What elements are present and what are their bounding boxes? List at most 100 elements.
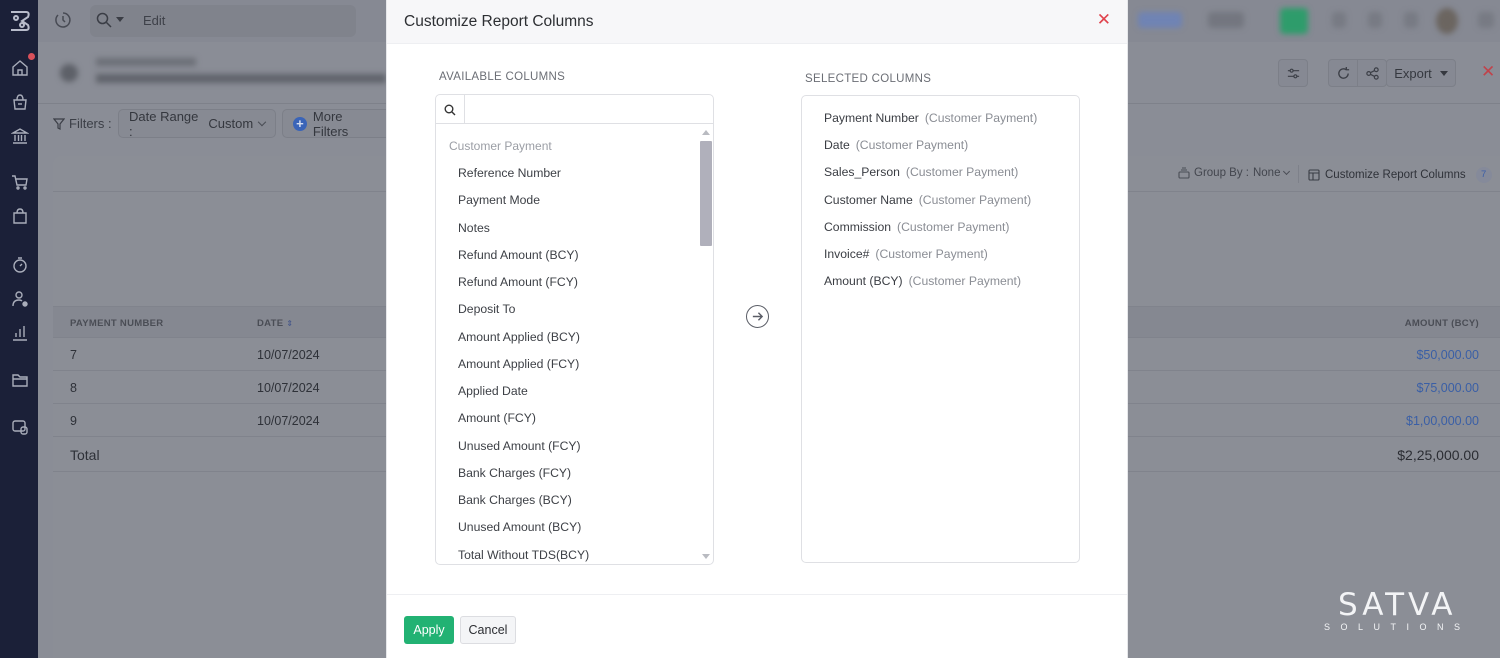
watermark-logo: SATVA SOLUTIONS xyxy=(1324,587,1471,633)
group-by-dropdown[interactable]: Group By : None xyxy=(1178,167,1291,179)
customize-columns-modal: Customize Report Columns ✕ AVAILABLE COL… xyxy=(386,0,1128,658)
share-icon xyxy=(1365,66,1379,80)
basket-icon[interactable] xyxy=(11,93,29,111)
available-columns-search xyxy=(436,95,713,124)
blurred-title xyxy=(96,58,196,66)
search-icon xyxy=(96,12,112,28)
column-count-badge: 7 xyxy=(1475,167,1492,183)
available-column-item[interactable]: Bank Charges (BCY) xyxy=(458,493,572,507)
blurred-icon xyxy=(1368,12,1382,28)
available-column-item[interactable]: Bank Charges (FCY) xyxy=(458,466,571,480)
available-column-item[interactable]: Reference Number xyxy=(458,166,561,180)
selected-column-item[interactable]: Sales_Person (Customer Payment) xyxy=(824,165,1018,179)
chevron-down-icon xyxy=(1283,167,1291,176)
modal-header: Customize Report Columns ✕ xyxy=(387,0,1127,44)
sort-icon: ⇕ xyxy=(286,319,294,328)
scroll-down-arrow-icon[interactable] xyxy=(702,554,710,559)
available-column-item[interactable]: Total Without TDS(BCY) xyxy=(458,548,589,562)
search-text: Edit xyxy=(143,13,166,28)
available-column-item[interactable]: Amount (FCY) xyxy=(458,411,536,425)
scrollbar-thumb[interactable] xyxy=(700,141,712,246)
more-filters-button[interactable]: + More Filters xyxy=(282,109,392,139)
selected-column-item[interactable]: Amount (BCY) (Customer Payment) xyxy=(824,274,1021,288)
selected-column-item[interactable]: Commission (Customer Payment) xyxy=(824,220,1009,234)
amount-link[interactable]: $1,00,000.00 xyxy=(1406,414,1479,428)
column-header-amount[interactable]: AMOUNT (BCY) xyxy=(1405,318,1479,329)
footer-divider xyxy=(387,594,1127,595)
scroll-up-arrow-icon[interactable] xyxy=(702,130,710,135)
app-logo-icon[interactable] xyxy=(8,8,32,34)
arrow-right-icon xyxy=(752,312,764,321)
share-button[interactable] xyxy=(1357,59,1387,87)
column-group-label: Customer Payment xyxy=(449,139,552,153)
selected-column-item[interactable]: Customer Name (Customer Payment) xyxy=(824,193,1031,207)
divider xyxy=(1298,165,1299,183)
selected-column-item[interactable]: Payment Number (Customer Payment) xyxy=(824,111,1037,125)
cart-icon[interactable] xyxy=(11,173,29,191)
chevron-down-icon xyxy=(257,117,267,127)
amount-link[interactable]: $75,000.00 xyxy=(1416,381,1479,395)
available-column-item[interactable]: Amount Applied (BCY) xyxy=(458,330,580,344)
sliders-icon xyxy=(1287,68,1299,78)
available-column-item[interactable]: Applied Date xyxy=(458,384,528,398)
refresh-button[interactable] xyxy=(1328,59,1358,87)
available-column-item[interactable]: Refund Amount (BCY) xyxy=(458,248,579,262)
filters-label-text: Filters : xyxy=(69,116,112,131)
apps-icon[interactable] xyxy=(11,418,29,436)
selected-column-source: (Customer Payment) xyxy=(855,138,969,153)
global-search[interactable]: Edit xyxy=(90,5,356,37)
selected-column-item[interactable]: Date (Customer Payment) xyxy=(824,138,968,152)
search-scope-caret-icon[interactable] xyxy=(116,17,124,22)
payment-number-cell: 8 xyxy=(70,381,77,395)
available-columns-scrollbar[interactable] xyxy=(698,125,713,564)
column-header-payment-number[interactable]: PAYMENT NUMBER xyxy=(70,318,163,329)
selected-column-name: Commission xyxy=(824,219,892,234)
selected-column-source: (Customer Payment) xyxy=(875,247,988,261)
blurred-label xyxy=(1208,12,1244,28)
bag-icon[interactable] xyxy=(11,207,29,225)
available-column-item[interactable]: Deposit To xyxy=(458,302,515,316)
available-column-item[interactable]: Amount Applied (FCY) xyxy=(458,357,579,371)
selected-column-name: Date xyxy=(824,138,850,153)
close-report-icon[interactable]: ✕ xyxy=(1481,63,1495,80)
user-gear-icon[interactable] xyxy=(11,290,29,308)
customize-report-columns-button[interactable]: Customize Report Columns 7 xyxy=(1308,167,1492,183)
date-range-filter[interactable]: Date Range : Custom xyxy=(118,109,276,139)
report-settings-button[interactable] xyxy=(1278,59,1308,87)
recent-history-icon[interactable] xyxy=(54,11,72,29)
available-column-item[interactable]: Unused Amount (FCY) xyxy=(458,439,581,453)
selected-column-source: (Customer Payment) xyxy=(897,219,1010,234)
blurred-icon xyxy=(1404,12,1418,28)
available-column-item[interactable]: Unused Amount (BCY) xyxy=(458,520,581,534)
payment-number-cell: 9 xyxy=(70,414,77,428)
available-column-item[interactable]: Refund Amount (FCY) xyxy=(458,275,578,289)
move-to-selected-button[interactable] xyxy=(746,305,769,328)
available-column-item[interactable]: Notes xyxy=(458,221,490,235)
blurred-action-button xyxy=(1280,8,1308,34)
selected-column-source: (Customer Payment) xyxy=(918,192,1032,207)
selected-column-name: Amount (BCY) xyxy=(824,274,903,289)
date-header-text: DATE xyxy=(257,318,284,329)
selected-column-item[interactable]: Invoice# (Customer Payment) xyxy=(824,247,988,261)
close-icon[interactable]: ✕ xyxy=(1097,11,1111,29)
folder-icon[interactable] xyxy=(11,371,29,389)
watermark-main: SATVA xyxy=(1338,587,1457,623)
selected-column-source: (Customer Payment) xyxy=(905,165,1019,180)
column-header-date[interactable]: DATE ⇕ xyxy=(257,318,293,329)
available-columns-search-input[interactable] xyxy=(466,95,713,123)
search-icon xyxy=(436,95,465,124)
blurred-link xyxy=(1138,12,1182,28)
apply-button[interactable]: Apply xyxy=(404,616,454,644)
cancel-button[interactable]: Cancel xyxy=(460,616,516,644)
bank-icon[interactable] xyxy=(11,127,29,145)
blurred-subtitle xyxy=(96,74,386,83)
group-icon xyxy=(1178,167,1190,179)
home-icon[interactable] xyxy=(11,59,29,77)
notification-badge xyxy=(28,53,35,60)
filters-label: Filters : xyxy=(53,116,112,131)
stopwatch-icon[interactable] xyxy=(11,256,29,274)
amount-link[interactable]: $50,000.00 xyxy=(1416,348,1479,362)
bar-chart-icon[interactable] xyxy=(11,324,29,342)
export-button[interactable]: Export xyxy=(1386,59,1456,87)
available-column-item[interactable]: Payment Mode xyxy=(458,193,540,207)
